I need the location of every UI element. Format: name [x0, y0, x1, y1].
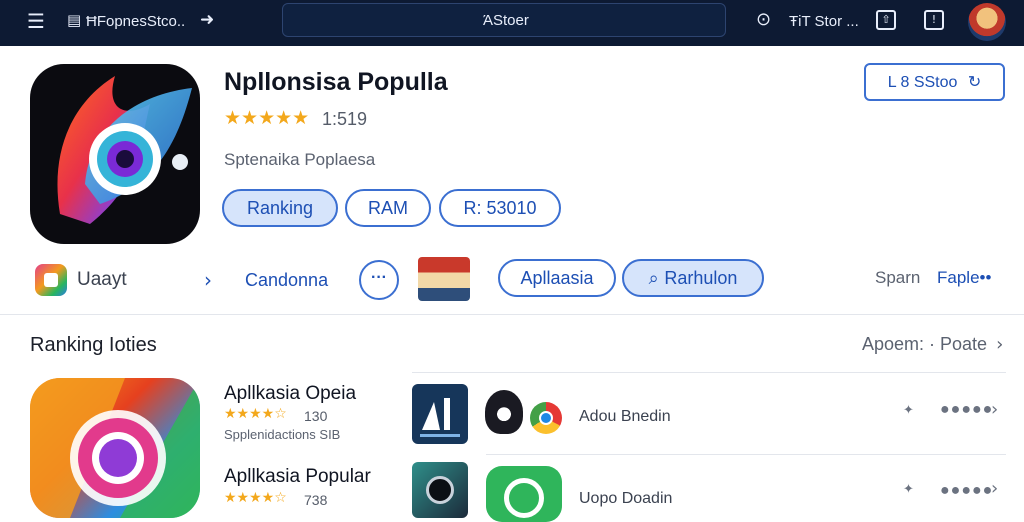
section-link-label: Apoem: · Poate [862, 334, 988, 354]
top-bar: ☰ ▤ ĦFopnesStco.. ➜ ΆStoer ⊙ ŦiT Stor ..… [0, 0, 1024, 46]
rating-stars: ★★★★★ [224, 107, 310, 129]
row2-label: Uaayt [77, 269, 127, 290]
stats-app-icon[interactable] [412, 384, 468, 444]
avatar[interactable] [968, 3, 1006, 41]
row2-link[interactable]: Candonna [245, 270, 328, 291]
more-dots-icon[interactable]: ●●●●● [940, 401, 993, 419]
row2-right-link[interactable]: Faple•• [937, 268, 991, 288]
cat-icon[interactable] [485, 390, 523, 434]
camera-app-icon[interactable] [412, 462, 468, 518]
list-item-count: 738 [304, 492, 328, 508]
list-item-stars: ★★★★☆ [224, 490, 287, 506]
row2-right-text: Sparn [875, 268, 921, 287]
bag-icon: ▤ [67, 11, 82, 29]
more-dots-icon[interactable]: ●●●●● [940, 482, 993, 500]
list-item-title: Apllkasia Popular [224, 466, 371, 487]
list-item-stars: ★★★★☆ [224, 406, 287, 422]
ram-pill[interactable]: RAM [345, 189, 431, 227]
search-input[interactable]: ΆStoer [483, 12, 529, 29]
mascot-icon[interactable] [418, 257, 470, 301]
rating-value: 1:519 [322, 109, 368, 129]
app-small-icon[interactable] [35, 264, 67, 296]
store-button-label: L 8 SStoo [887, 74, 958, 91]
refresh-icon: ↻ [967, 72, 982, 91]
apllaasia-pill[interactable]: Apllaasia [498, 259, 616, 297]
more-button[interactable]: ··· [359, 260, 399, 300]
store-label[interactable]: ŦiT Stor ... [789, 13, 859, 30]
star-icon[interactable]: ✦ [903, 403, 914, 418]
chat-app-icon[interactable] [486, 466, 562, 522]
right-list-label: Uopo Doadin [579, 490, 673, 507]
list-item-sub: Spplenidactions SIB [224, 427, 341, 442]
divider [0, 314, 1024, 315]
star-icon[interactable]: ✦ [903, 482, 914, 497]
app-label[interactable]: ĦFopnesStco.. [86, 13, 185, 30]
app-icon[interactable] [30, 64, 200, 244]
app-title: Npllonsisa Populla [224, 68, 448, 96]
list-divider [486, 454, 1006, 455]
section-title: Ranking Ioties [30, 334, 157, 356]
section-link[interactable]: Apoem: · Poate › [862, 334, 1003, 355]
rarhulon-label: Rarhulon [664, 268, 738, 288]
list-item-title: Apllkasia Opeia [224, 383, 357, 404]
r-pill[interactable]: R: 53010 [439, 189, 561, 227]
search-bar[interactable]: ΆStoer [282, 3, 726, 37]
rarhulon-pill[interactable]: ⌕ Rarhulon [622, 259, 764, 297]
menu-icon[interactable]: ☰ [27, 9, 45, 33]
chevron-right-icon[interactable]: › [991, 399, 998, 420]
ranking-pill[interactable]: Ranking [222, 189, 338, 227]
clock-icon[interactable]: ⊙ [756, 9, 771, 30]
arrow-right-icon[interactable]: ➜ [200, 10, 214, 30]
list-divider [412, 372, 1006, 373]
right-list-label: Adou Bnedin [579, 408, 671, 425]
chrome-icon[interactable] [530, 402, 562, 434]
chat-icon: ⌕ [648, 268, 665, 289]
chevron-right-icon[interactable]: › [991, 478, 998, 499]
list-app-icon[interactable] [30, 378, 200, 518]
store-button[interactable]: L 8 SStoo ↻ [864, 63, 1005, 101]
app-subtitle: Sptenaika Poplaesa [224, 150, 376, 169]
box-icon[interactable]: ! [924, 10, 944, 30]
chevron-right-icon: › [996, 334, 1004, 355]
share-icon[interactable]: ⇧ [876, 10, 896, 30]
chevron-right-icon[interactable]: › [204, 268, 212, 292]
list-item-count: 130 [304, 408, 328, 424]
